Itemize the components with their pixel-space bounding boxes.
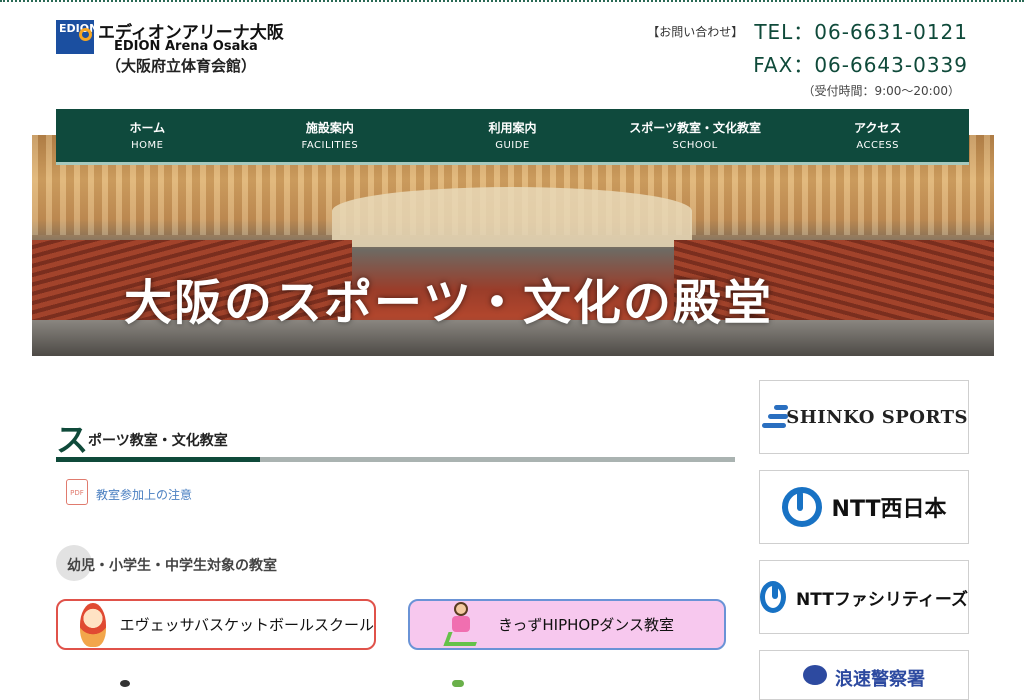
sponsor-shinko-sports[interactable]: SHINKO SPORTS	[759, 380, 969, 454]
nav-label-jp: 利用案内	[488, 121, 537, 135]
nav-label-en: ACCESS	[856, 140, 899, 151]
sponsor-ntt-west[interactable]: NTT西日本	[759, 470, 969, 544]
next-row-icon-right	[452, 680, 464, 687]
main-nav: ホーム HOME 施設案内 FACILITIES 利用案内 GUIDE スポーツ教室・…	[56, 109, 969, 165]
section-title-initial: ス	[56, 421, 89, 459]
sponsor-name: NTT西日本	[831, 497, 947, 522]
sponsor-ntt-facilities[interactable]: NTTファシリティーズ	[759, 560, 969, 634]
nav-label-jp: ホーム	[129, 121, 166, 135]
nav-guide[interactable]: 利用案内 GUIDE	[421, 109, 604, 162]
sponsor-name: 浪速警察署	[835, 669, 925, 690]
contact-label: 【お問い合わせ】	[647, 25, 744, 39]
shinko-logo-icon	[760, 403, 788, 431]
police-emblem-icon	[803, 665, 827, 685]
nav-facilities[interactable]: 施設案内 FACILITIES	[239, 109, 422, 162]
top-dotted-rule	[0, 0, 1024, 3]
hero-banner: 大阪のスポーツ・文化の殿堂	[32, 135, 994, 356]
ntt-logo-icon	[760, 581, 787, 613]
nav-label-jp: アクセス	[853, 121, 902, 135]
edion-logo-icon: EDION	[56, 20, 98, 54]
sponsor-name: SHINKO SPORTS	[786, 406, 968, 428]
hero-arch	[332, 187, 692, 247]
logo-en-text: EDION Arena Osaka	[114, 39, 258, 54]
nav-label-en: HOME	[131, 140, 164, 151]
section-underline-accent	[56, 457, 260, 462]
dancer-icon	[440, 601, 484, 648]
nav-home[interactable]: ホーム HOME	[56, 109, 239, 162]
hero-headline: 大阪のスポーツ・文化の殿堂	[124, 275, 774, 331]
nav-label-en: SCHOOL	[672, 140, 718, 151]
logo-sub-text: （大阪府立体育会館）	[106, 57, 257, 75]
nav-school[interactable]: スポーツ教室・文化教室 SCHOOL	[604, 109, 787, 162]
nav-access[interactable]: アクセス ACCESS	[786, 109, 969, 162]
next-row-icon-left	[120, 680, 130, 687]
sponsor-name: NTTファシリティーズ	[796, 589, 968, 610]
reception-hours: （受付時間：9:00〜20:00）	[802, 84, 960, 98]
pdf-icon[interactable]: PDF	[66, 479, 88, 505]
nav-label-jp: 施設案内	[305, 121, 354, 135]
site-logo[interactable]: EDION エディオンアリーナ大阪 EDION Arena Osaka （大阪府…	[56, 18, 296, 78]
nav-label-en: FACILITIES	[301, 140, 359, 151]
nav-label-en: GUIDE	[495, 140, 530, 151]
mascot-icon	[80, 602, 106, 647]
class-button-label: エヴェッサバスケットボールスクール	[119, 616, 374, 634]
fax-number: FAX：06-6643-0339	[753, 53, 968, 77]
pdf-link-notice[interactable]: 教室参加上の注意	[96, 486, 192, 503]
class-button-hiphop[interactable]: きっずHIPHOPダンス教室	[408, 599, 726, 650]
sponsor-naniwa-police[interactable]: 浪速警察署	[759, 650, 969, 700]
section-title: ス ポーツ教室・文化教室	[56, 415, 735, 463]
contact-info: 【お問い合わせ】 TEL：06-6631-0121 FAX：06-6643-03…	[647, 16, 968, 99]
class-button-basketball[interactable]: エヴェッサバスケットボールスクール	[56, 599, 376, 650]
nav-label-jp: スポーツ教室・文化教室	[629, 121, 761, 135]
tel-number[interactable]: TEL：06-6631-0121	[754, 20, 968, 44]
subheading-target-ages: 幼児・小学生・中学生対象の教室	[67, 558, 277, 574]
class-button-label: きっずHIPHOPダンス教室	[498, 616, 674, 634]
section-title-text: ポーツ教室・文化教室	[88, 433, 228, 449]
ntt-logo-icon	[781, 487, 822, 527]
